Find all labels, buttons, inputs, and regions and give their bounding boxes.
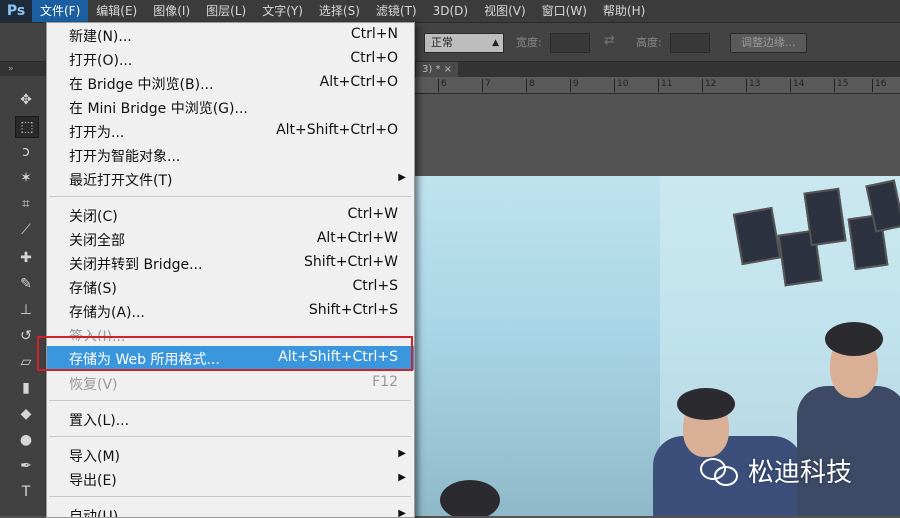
brush-tool-icon[interactable]: ✎ xyxy=(15,274,37,294)
menu-item-open-as[interactable]: 打开为... Alt+Shift+Ctrl+O xyxy=(47,119,414,143)
menu-layer[interactable]: 图层(L) xyxy=(198,0,254,22)
chevron-down-icon: ▲ xyxy=(492,38,499,48)
highlight-annotation-box xyxy=(37,336,413,371)
tools-panel: » ✥ ⬚ ↄ ✶ ⌗ ⟋ ✚ ✎ ⊥ ↺ ▱ ▮ ◆ ● ✒ T xyxy=(0,62,47,516)
style-select-value: 正常 xyxy=(431,36,453,49)
ruler-tick: 16 xyxy=(872,79,886,92)
width-input[interactable] xyxy=(550,33,590,53)
menu-image[interactable]: 图像(I) xyxy=(145,0,198,22)
person-hair xyxy=(677,388,735,420)
menu-select[interactable]: 选择(S) xyxy=(311,0,368,22)
submenu-arrow-icon: ▶ xyxy=(398,448,406,459)
eraser-tool-icon[interactable]: ▱ xyxy=(15,352,37,372)
photoshop-logo: Ps xyxy=(0,0,32,22)
menu-item-close-go-bridge[interactable]: 关闭并转到 Bridge... Shift+Ctrl+W xyxy=(47,251,414,275)
menu-item-save-as[interactable]: 存储为(A)... Shift+Ctrl+S xyxy=(47,299,414,323)
menu-item-new[interactable]: 新建(N)... Ctrl+N xyxy=(47,23,414,47)
wechat-icon xyxy=(700,456,740,486)
crop-tool-icon[interactable]: ⌗ xyxy=(15,194,37,214)
menu-item-close[interactable]: 关闭(C) Ctrl+W xyxy=(47,203,414,227)
clone-stamp-tool-icon[interactable]: ⊥ xyxy=(15,300,37,320)
menu-separator xyxy=(49,436,411,437)
menu-3d[interactable]: 3D(D) xyxy=(425,0,476,22)
watermark-text: 松迪科技 xyxy=(748,458,853,488)
submenu-arrow-icon: ▶ xyxy=(398,472,406,483)
menu-item-import[interactable]: 导入(M) ▶ xyxy=(47,443,414,467)
ruler-tick: 6 xyxy=(438,79,447,92)
menu-edit[interactable]: 编辑(E) xyxy=(88,0,145,22)
menu-view[interactable]: 视图(V) xyxy=(476,0,534,22)
menu-item-browse-bridge[interactable]: 在 Bridge 中浏览(B)... Alt+Ctrl+O xyxy=(47,71,414,95)
ruler-tick: 10 xyxy=(614,79,628,92)
menu-file[interactable]: 文件(F) xyxy=(32,0,89,22)
menu-item-recent-files[interactable]: 最近打开文件(T) ▶ xyxy=(47,167,414,191)
gradient-tool-icon[interactable]: ▮ xyxy=(15,378,37,398)
pen-tool-icon[interactable]: ✒ xyxy=(15,456,37,476)
ruler-tick: 8 xyxy=(526,79,535,92)
panel-collapse-icon[interactable]: » xyxy=(0,62,46,76)
menu-item-browse-mini-bridge[interactable]: 在 Mini Bridge 中浏览(G)... xyxy=(47,95,414,119)
menu-item-open[interactable]: 打开(O)... Ctrl+O xyxy=(47,47,414,71)
ruler-tick: 9 xyxy=(570,79,579,92)
person-hair xyxy=(825,322,883,356)
history-brush-tool-icon[interactable]: ↺ xyxy=(15,326,37,346)
width-label: 宽度: xyxy=(516,36,542,49)
menu-type[interactable]: 文字(Y) xyxy=(254,0,311,22)
submenu-arrow-icon: ▶ xyxy=(398,172,406,183)
magic-wand-tool-icon[interactable]: ✶ xyxy=(15,168,37,188)
ruler-tick: 11 xyxy=(658,79,672,92)
lasso-tool-icon[interactable]: ↄ xyxy=(15,142,37,162)
type-tool-icon[interactable]: T xyxy=(15,482,37,502)
height-label: 高度: xyxy=(636,36,662,49)
healing-brush-tool-icon[interactable]: ✚ xyxy=(15,248,37,268)
ruler-tick: 12 xyxy=(702,79,716,92)
document-tab[interactable]: 3) * × xyxy=(416,62,458,77)
style-select[interactable]: 正常 ▲ xyxy=(424,33,504,53)
ruler-tick: 14 xyxy=(790,79,804,92)
menu-separator xyxy=(49,196,411,197)
swap-icon[interactable]: ⇄ xyxy=(604,33,615,48)
menu-item-revert: 恢复(V) F12 xyxy=(69,374,398,393)
height-input[interactable] xyxy=(670,33,710,53)
menu-help[interactable]: 帮助(H) xyxy=(595,0,653,22)
watermark: 松迪科技 xyxy=(700,452,852,489)
menu-separator xyxy=(49,400,411,401)
menu-item-close-all[interactable]: 关闭全部 Alt+Ctrl+W xyxy=(47,227,414,251)
marquee-tool-icon[interactable]: ⬚ xyxy=(15,116,39,138)
poster xyxy=(803,187,847,247)
dodge-tool-icon[interactable]: ● xyxy=(15,430,37,450)
ruler-tick: 13 xyxy=(746,79,760,92)
menu-separator xyxy=(49,496,411,497)
file-menu-dropdown: 新建(N)... Ctrl+N 打开(O)... Ctrl+O 在 Bridge 中… xyxy=(46,22,415,518)
eyedropper-tool-icon[interactable]: ⟋ xyxy=(15,220,37,240)
menu-item-save[interactable]: 存储(S) Ctrl+S xyxy=(47,275,414,299)
menu-item-place[interactable]: 置入(L)... xyxy=(47,407,414,431)
refine-edge-button[interactable]: 调整边缘... xyxy=(730,33,807,53)
person-hair xyxy=(440,480,500,516)
menu-item-automate[interactable]: 自动(U) ▶ xyxy=(47,503,414,517)
blur-tool-icon[interactable]: ◆ xyxy=(15,404,37,424)
move-tool-icon[interactable]: ✥ xyxy=(15,90,37,110)
menu-bar: Ps 文件(F) 编辑(E) 图像(I) 图层(L) 文字(Y) 选择(S) 滤… xyxy=(0,0,900,23)
menu-item-export[interactable]: 导出(E) ▶ xyxy=(47,467,414,491)
ruler-tick: 7 xyxy=(482,79,491,92)
menu-filter[interactable]: 滤镜(T) xyxy=(368,0,425,22)
menu-item-open-smart-object[interactable]: 打开为智能对象... xyxy=(47,143,414,167)
person-body xyxy=(797,386,900,516)
menu-window[interactable]: 窗口(W) xyxy=(534,0,595,22)
ruler-tick: 15 xyxy=(834,79,848,92)
